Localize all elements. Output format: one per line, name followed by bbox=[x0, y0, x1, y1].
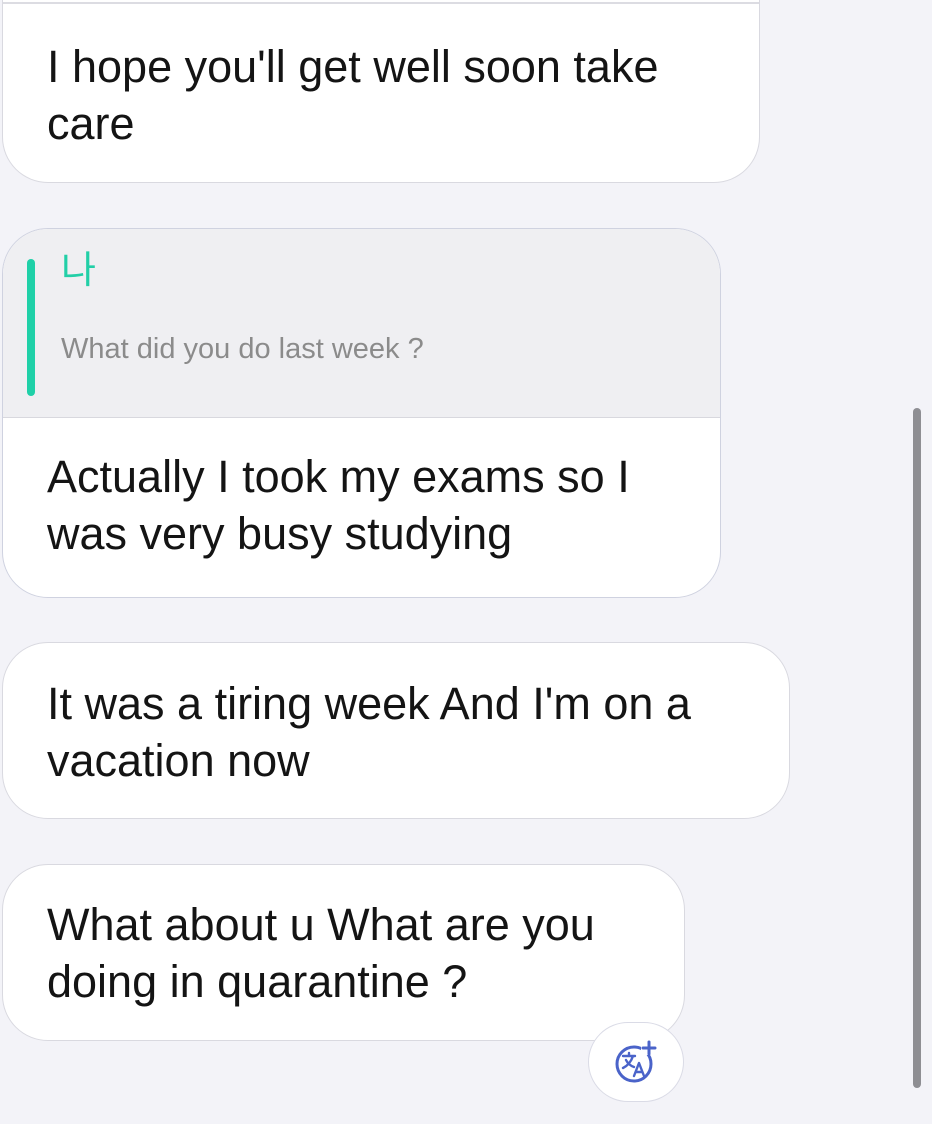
quote-author: 나 bbox=[61, 248, 96, 292]
message-bubble[interactable]: What about u What are you doing in quara… bbox=[2, 864, 685, 1041]
quoted-text: What did you do last week ? bbox=[61, 333, 424, 365]
translate-icon bbox=[615, 1040, 657, 1083]
quoted-message[interactable]: 나 What did you do last week ? bbox=[3, 229, 720, 418]
translate-button[interactable] bbox=[588, 1022, 684, 1102]
message-text: What about u What are you doing in quara… bbox=[47, 899, 595, 1007]
message-bubble[interactable]: It was a tiring week And I'm on a vacati… bbox=[2, 642, 790, 819]
message-text: Actually I took my exams so I was very b… bbox=[47, 451, 630, 559]
message-text: I hope you'll get well soon take care bbox=[47, 41, 659, 149]
message-bubble[interactable]: I hope you'll get well soon take care bbox=[2, 0, 760, 183]
quote-accent-bar bbox=[27, 259, 35, 396]
reply-message-bubble[interactable]: 나 What did you do last week ? Actually I… bbox=[2, 228, 721, 598]
message-text: It was a tiring week And I'm on a vacati… bbox=[47, 678, 691, 786]
scrollbar[interactable] bbox=[913, 408, 921, 1088]
